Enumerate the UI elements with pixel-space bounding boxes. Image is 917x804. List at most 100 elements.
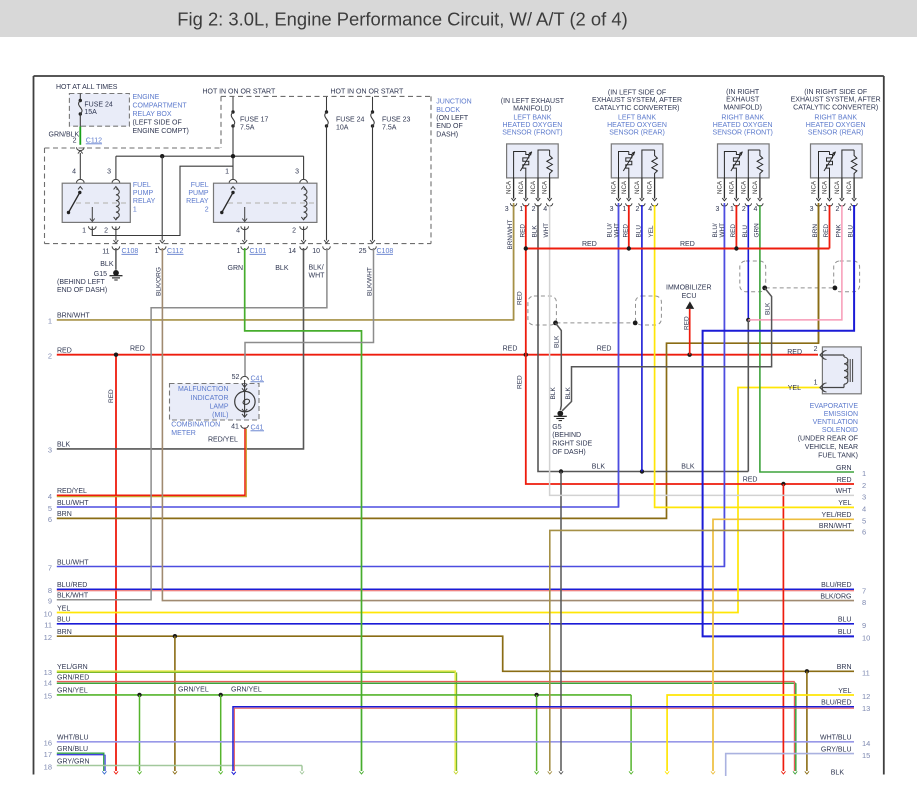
svg-text:3: 3 <box>715 206 719 213</box>
svg-text:11: 11 <box>44 621 52 630</box>
svg-text:2: 2 <box>532 206 536 213</box>
svg-text:4: 4 <box>543 206 547 213</box>
svg-text:BLK: BLK <box>550 387 557 400</box>
svg-text:(UNDER REAR OF: (UNDER REAR OF <box>798 436 858 443</box>
svg-text:BLK/WHT: BLK/WHT <box>57 593 89 600</box>
svg-text:4: 4 <box>648 206 652 213</box>
svg-text:METER: METER <box>171 430 196 437</box>
svg-text:LAMP: LAMP <box>209 403 228 410</box>
svg-text:18: 18 <box>44 762 52 771</box>
svg-text:BLU/WHT: BLU/WHT <box>57 500 89 507</box>
svg-text:BLK: BLK <box>57 442 71 449</box>
svg-text:G5: G5 <box>552 424 561 431</box>
svg-text:HOT IN ON OR START: HOT IN ON OR START <box>331 89 404 96</box>
svg-text:4: 4 <box>753 206 757 213</box>
svg-text:RED: RED <box>730 224 737 238</box>
svg-text:3: 3 <box>295 169 299 176</box>
svg-text:RELAY: RELAY <box>186 198 209 205</box>
svg-text:OF DASH): OF DASH) <box>552 449 585 456</box>
svg-text:FUSE 24: FUSE 24 <box>84 101 113 108</box>
svg-text:BLU/WHT: BLU/WHT <box>57 559 89 566</box>
svg-text:NCA: NCA <box>634 180 641 194</box>
svg-text:(BEHIND: (BEHIND <box>552 432 581 439</box>
svg-text:16: 16 <box>44 739 52 748</box>
svg-text:5: 5 <box>48 504 52 513</box>
svg-text:END OF DASH): END OF DASH) <box>57 287 107 294</box>
svg-text:15: 15 <box>44 692 52 701</box>
svg-text:ENGINE COMPT): ENGINE COMPT) <box>133 128 189 135</box>
svg-text:NCA: NCA <box>716 180 723 194</box>
svg-text:GRN: GRN <box>753 223 760 238</box>
svg-text:3: 3 <box>810 206 814 213</box>
svg-text:YEL/GRN: YEL/GRN <box>57 664 88 671</box>
svg-text:BLU: BLU <box>848 225 855 238</box>
svg-text:17: 17 <box>44 750 52 759</box>
svg-text:LEFT BANK: LEFT BANK <box>618 115 656 122</box>
svg-text:BRN/WHT: BRN/WHT <box>819 523 852 530</box>
svg-text:1: 1 <box>155 248 159 255</box>
svg-text:HEATED OXYGEN: HEATED OXYGEN <box>713 122 773 129</box>
svg-text:10: 10 <box>44 609 52 618</box>
svg-text:10: 10 <box>862 634 870 643</box>
svg-text:1: 1 <box>814 380 818 387</box>
svg-text:WHT: WHT <box>719 223 726 238</box>
svg-text:4: 4 <box>862 505 866 514</box>
svg-text:NCA: NCA <box>506 180 513 194</box>
svg-text:2: 2 <box>104 227 108 234</box>
svg-text:YEL: YEL <box>57 605 70 612</box>
svg-text:BLU/: BLU/ <box>712 223 719 237</box>
svg-text:13: 13 <box>862 704 870 713</box>
svg-text:JUNCTION: JUNCTION <box>436 98 471 105</box>
svg-text:RED: RED <box>684 316 691 330</box>
svg-text:14: 14 <box>862 739 870 748</box>
svg-text:2: 2 <box>835 206 839 213</box>
svg-text:3: 3 <box>107 169 111 176</box>
svg-text:ENGINE: ENGINE <box>133 94 160 101</box>
svg-text:RELAY BOX: RELAY BOX <box>133 111 172 118</box>
svg-text:BLK/: BLK/ <box>309 265 324 272</box>
svg-text:HEATED OXYGEN: HEATED OXYGEN <box>607 122 667 129</box>
svg-text:GRN: GRN <box>228 265 244 272</box>
svg-text:BLU: BLU <box>838 617 852 624</box>
svg-text:BRN: BRN <box>57 511 72 518</box>
svg-text:(MIL): (MIL) <box>212 412 228 419</box>
svg-text:(IN LEFT EXHAUST: (IN LEFT EXHAUST <box>501 98 565 105</box>
svg-text:VEHICLE, NEAR: VEHICLE, NEAR <box>805 444 858 451</box>
svg-text:BLK/ORG: BLK/ORG <box>820 593 851 600</box>
svg-text:MANIFOLD): MANIFOLD) <box>513 106 552 113</box>
svg-text:GRN/YEL: GRN/YEL <box>178 687 209 694</box>
svg-text:RED: RED <box>57 348 72 355</box>
svg-text:6: 6 <box>48 515 52 524</box>
svg-text:15A: 15A <box>84 109 97 116</box>
svg-text:WHT: WHT <box>613 223 620 238</box>
svg-text:NCA: NCA <box>811 180 818 194</box>
svg-text:BLK: BLK <box>532 225 539 238</box>
svg-text:7: 7 <box>48 563 52 572</box>
svg-text:9: 9 <box>48 597 52 606</box>
svg-text:8: 8 <box>48 586 52 595</box>
svg-text:BLK: BLK <box>831 769 845 776</box>
svg-text:7: 7 <box>862 587 866 596</box>
svg-text:BRN: BRN <box>57 629 72 636</box>
svg-text:IMMOBILIZER: IMMOBILIZER <box>666 284 712 291</box>
svg-text:FUSE 24: FUSE 24 <box>336 116 365 123</box>
svg-text:RELAY: RELAY <box>133 198 156 205</box>
svg-text:END OF: END OF <box>436 123 462 130</box>
svg-text:BLK: BLK <box>565 387 572 400</box>
svg-text:EVAPORATIVE: EVAPORATIVE <box>810 403 859 410</box>
svg-text:EXHAUST: EXHAUST <box>726 97 760 104</box>
svg-text:11: 11 <box>102 249 109 256</box>
svg-text:HEATED OXYGEN: HEATED OXYGEN <box>503 122 563 129</box>
svg-text:EXHAUST SYSTEM, AFTER: EXHAUST SYSTEM, AFTER <box>592 97 682 104</box>
svg-text:7.5A: 7.5A <box>382 124 397 131</box>
svg-text:GRN/BLU: GRN/BLU <box>57 746 88 753</box>
svg-text:4: 4 <box>848 206 852 213</box>
svg-text:BLK: BLK <box>592 464 606 471</box>
svg-text:BLK/WHT: BLK/WHT <box>367 267 374 296</box>
svg-text:RED: RED <box>787 349 802 356</box>
svg-text:(BEHIND LEFT: (BEHIND LEFT <box>57 279 106 286</box>
svg-text:RIGHT SIDE: RIGHT SIDE <box>552 441 592 448</box>
svg-text:CATALYTIC CONVERTER): CATALYTIC CONVERTER) <box>793 104 878 111</box>
svg-text:INDICATOR: INDICATOR <box>191 395 229 402</box>
svg-text:3: 3 <box>862 493 866 502</box>
